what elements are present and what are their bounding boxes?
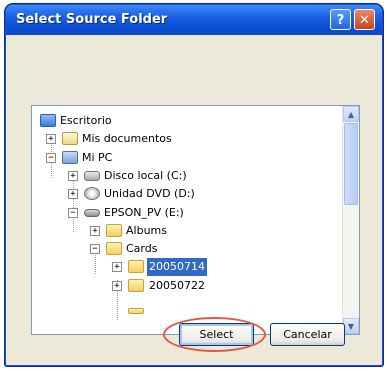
close-button[interactable]: ✕ [354,9,375,30]
scroll-down-icon[interactable]: ▼ [343,318,359,334]
expand-plus-icon[interactable]: + [46,134,56,144]
tree-line [73,172,74,232]
tree-item-label: Mis documentos [82,132,172,145]
tree-item-label: 20050722 [149,279,205,292]
vertical-scrollbar[interactable]: ▲ ▼ [342,106,359,334]
title-bar[interactable]: Select Source Folder ? ✕ [6,5,382,35]
removable-drive-icon [84,209,100,217]
help-button[interactable]: ? [330,9,351,30]
desktop-icon [40,114,56,127]
expand-plus-icon[interactable]: + [112,262,122,272]
window-title: Select Source Folder [16,12,168,27]
tree-item-label: Disco local (C:) [104,169,187,182]
hard-drive-icon [84,171,100,181]
expand-plus-icon[interactable]: + [68,189,78,199]
dialog-body: Escritorio + Mis documentos − Mi PC + Di… [9,35,379,362]
tree-item-label: 20050714 [147,258,207,276]
tree-item-label: Unidad DVD (D:) [104,187,195,200]
scroll-up-icon[interactable]: ▲ [343,106,359,122]
tree-item-label: Cards [126,242,158,255]
collapse-minus-icon[interactable]: − [90,244,100,254]
folder-tree[interactable]: Escritorio + Mis documentos − Mi PC + Di… [31,105,360,335]
open-folder-icon [106,242,122,255]
folder-icon [128,308,144,314]
expand-plus-icon[interactable]: + [90,226,100,236]
tree-item-label: Albums [126,224,167,237]
tree-item-label: EPSON_PV (E:) [104,206,184,219]
collapse-minus-icon[interactable]: − [68,208,78,218]
folder-icon [128,279,144,292]
tree-item-label: Escritorio [60,114,112,127]
scroll-thumb[interactable] [344,123,358,205]
expand-plus-icon[interactable]: + [68,171,78,181]
dvd-drive-icon [84,187,100,200]
cancel-button[interactable]: Cancelar [270,323,345,346]
folder-icon [106,224,122,237]
documents-folder-icon [62,132,78,145]
computer-icon [62,151,78,164]
collapse-minus-icon[interactable]: − [46,153,56,163]
dialog-window: Select Source Folder ? ✕ Escritorio + Mi… [5,4,383,366]
tree-item-label: Mi PC [82,151,113,164]
folder-icon [128,260,144,273]
expand-plus-icon[interactable]: + [112,281,122,291]
highlight-ring [163,317,266,352]
